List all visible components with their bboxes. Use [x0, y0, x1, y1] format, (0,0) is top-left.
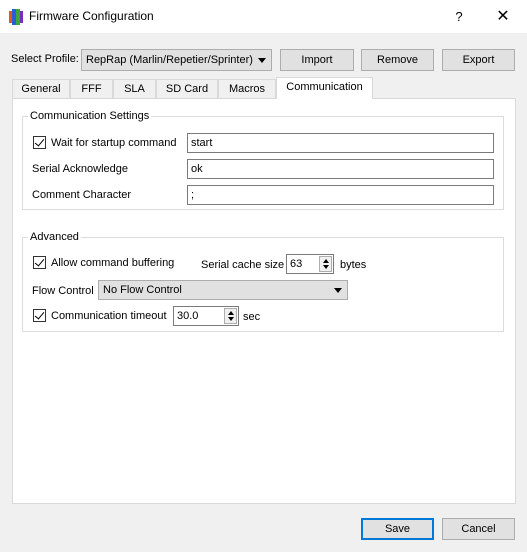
arrow-down-icon[interactable] — [323, 265, 329, 269]
communication-settings-group: Communication Settings Wait for startup … — [22, 109, 504, 210]
cache-unit-label: bytes — [340, 259, 367, 271]
save-button[interactable]: Save — [361, 518, 434, 540]
flow-control-selected-value: No Flow Control — [103, 284, 182, 296]
serial-cache-size-value: 63 — [290, 258, 303, 270]
chevron-down-icon — [258, 58, 266, 63]
tab-general[interactable]: General — [12, 79, 70, 99]
arrow-up-icon[interactable] — [323, 259, 329, 263]
wait-startup-label: Wait for startup command — [51, 136, 177, 149]
flow-control-dropdown[interactable]: No Flow Control — [98, 280, 348, 300]
comment-character-label: Comment Character — [32, 189, 132, 201]
close-button[interactable]: ✕ — [492, 6, 514, 28]
app-icon — [9, 9, 23, 25]
advanced-title: Advanced — [28, 230, 81, 244]
communication-tab-panel: Communication Settings Wait for startup … — [12, 98, 516, 504]
tab-sla[interactable]: SLA — [113, 79, 156, 99]
remove-button[interactable]: Remove — [361, 49, 434, 71]
wait-startup-checkbox[interactable] — [33, 136, 46, 149]
spinner-arrows-icon[interactable] — [319, 256, 332, 272]
communication-timeout-label: Communication timeout — [51, 309, 167, 322]
serial-acknowledge-label: Serial Acknowledge — [32, 163, 129, 175]
comment-character-input[interactable]: ; — [187, 185, 494, 205]
import-button[interactable]: Import — [280, 49, 354, 71]
profile-selected-value: RepRap (Marlin/Repetier/Sprinter) — [86, 54, 253, 66]
startup-command-input[interactable]: start — [187, 133, 494, 153]
tab-macros[interactable]: Macros — [218, 79, 276, 99]
tab-fff[interactable]: FFF — [70, 79, 113, 99]
communication-timeout-value: 30.0 — [177, 310, 199, 322]
tab-sd-card[interactable]: SD Card — [156, 79, 218, 99]
cancel-button[interactable]: Cancel — [442, 518, 515, 540]
flow-control-label: Flow Control — [32, 285, 94, 297]
communication-settings-title: Communication Settings — [28, 109, 152, 123]
title-bar: Firmware Configuration ? ✕ — [0, 0, 527, 33]
arrow-up-icon[interactable] — [228, 311, 234, 315]
select-profile-label: Select Profile: — [11, 53, 79, 65]
tab-communication[interactable]: Communication — [276, 77, 373, 99]
export-button[interactable]: Export — [442, 49, 515, 71]
profile-dropdown[interactable]: RepRap (Marlin/Repetier/Sprinter) — [81, 49, 272, 71]
wait-startup-checkbox-row[interactable]: Wait for startup command — [33, 136, 177, 149]
communication-timeout-spinbox[interactable]: 30.0 — [173, 306, 239, 326]
timeout-unit-label: sec — [243, 311, 261, 323]
serial-acknowledge-input[interactable]: ok — [187, 159, 494, 179]
advanced-group: Advanced Allow command buffering Serial … — [22, 230, 504, 332]
serial-cache-size-label: Serial cache size — [201, 259, 285, 271]
spinner-arrows-icon[interactable] — [224, 308, 237, 324]
communication-timeout-checkbox[interactable] — [33, 309, 46, 322]
command-buffering-checkbox-row[interactable]: Allow command buffering — [33, 256, 174, 269]
help-button[interactable]: ? — [448, 6, 470, 28]
arrow-down-icon[interactable] — [228, 317, 234, 321]
communication-timeout-checkbox-row[interactable]: Communication timeout — [33, 309, 167, 322]
serial-cache-size-spinbox[interactable]: 63 — [286, 254, 334, 274]
command-buffering-label: Allow command buffering — [51, 256, 175, 269]
window-title: Firmware Configuration — [29, 9, 154, 23]
chevron-down-icon — [334, 288, 342, 293]
command-buffering-checkbox[interactable] — [33, 256, 46, 269]
